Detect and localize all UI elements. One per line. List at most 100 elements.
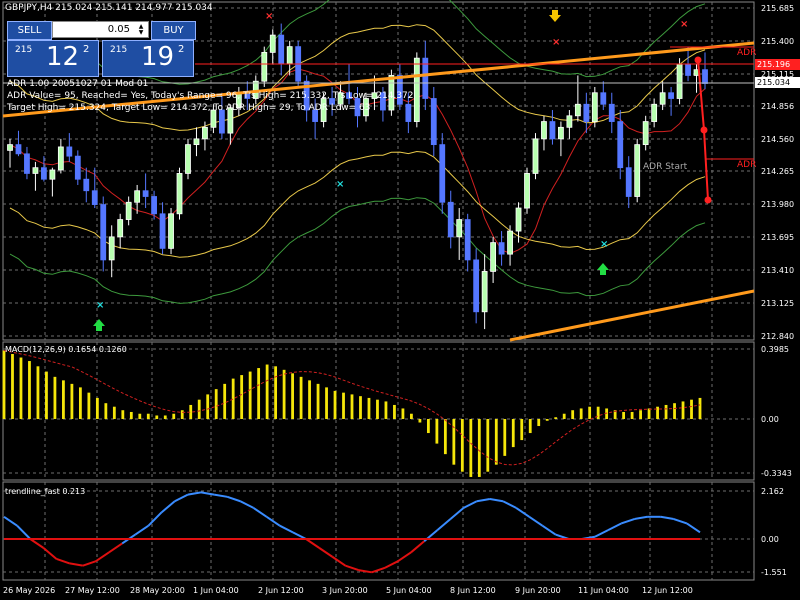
macd-histogram-bar xyxy=(257,368,261,419)
lot-size-input[interactable]: 0.05 ▲ ▼ xyxy=(52,21,149,38)
candle xyxy=(405,103,412,122)
macd-histogram-bar xyxy=(443,419,447,455)
candle xyxy=(91,190,98,205)
macd-histogram-bar xyxy=(206,394,210,419)
trendline-segment xyxy=(42,547,58,560)
macd-histogram-bar xyxy=(291,373,294,419)
price-axis-label: 214.265 xyxy=(761,167,794,176)
candle xyxy=(676,63,683,99)
price-axis-label: 215.400 xyxy=(761,37,794,46)
trendline-segment xyxy=(95,551,110,563)
trendline-segment xyxy=(331,555,346,567)
sell-price-box[interactable]: 215 12 2 xyxy=(7,40,99,77)
time-axis-label: 26 May 2026 xyxy=(3,586,55,595)
price-axis-label: 214.856 xyxy=(761,102,794,111)
candle xyxy=(83,178,90,192)
trendline-segment xyxy=(239,500,254,509)
macd-histogram-bar xyxy=(571,410,575,419)
candle xyxy=(24,153,30,174)
trendline-segment xyxy=(607,522,622,532)
macd-histogram-bar xyxy=(146,413,150,419)
macd-histogram-bar xyxy=(138,413,142,419)
sell-price-main: 12 xyxy=(46,42,80,72)
macd-histogram-bar xyxy=(2,350,6,419)
trendline-segment xyxy=(686,522,701,534)
candle xyxy=(269,34,276,53)
candle xyxy=(142,190,149,197)
macd-histogram-bar xyxy=(435,419,439,444)
time-axis-label: 3 Jun 20:00 xyxy=(322,586,368,595)
macd-histogram-bar xyxy=(104,403,108,419)
trendline-segment xyxy=(502,500,517,509)
sell-price-sup: 2 xyxy=(83,44,90,55)
macd-histogram-bar xyxy=(384,401,388,419)
candle xyxy=(185,144,191,174)
candle xyxy=(218,109,225,134)
candle xyxy=(41,167,47,180)
candle xyxy=(574,103,581,117)
candle xyxy=(261,51,268,82)
trendline-segment xyxy=(594,529,609,538)
buy-price-box[interactable]: 215 19 2 xyxy=(102,40,194,77)
candle xyxy=(134,190,141,203)
trendline-segment xyxy=(476,498,491,503)
adr-info-line: ADR Value= 95, Reached= Yes, Today's Ran… xyxy=(7,91,414,101)
trendline-segment xyxy=(69,562,83,567)
macd-histogram-bar xyxy=(698,397,702,419)
trendline-segment xyxy=(213,493,228,498)
price-chart[interactable]: 215.685215.400215.115214.856214.560214.2… xyxy=(0,0,800,600)
candle xyxy=(490,242,497,272)
trendline-segment xyxy=(620,518,635,525)
trendline-segment xyxy=(305,538,320,549)
lot-spinner-icon[interactable]: ▲ ▼ xyxy=(136,24,146,36)
trendline-segment xyxy=(29,538,44,549)
trendline-segment xyxy=(3,515,18,527)
candle xyxy=(583,103,590,122)
trendline-segment xyxy=(449,507,465,520)
macd-histogram-bar xyxy=(393,404,396,419)
buy-arrow-icon xyxy=(597,263,609,275)
macd-histogram-bar xyxy=(19,357,23,419)
trendline-segment xyxy=(187,491,202,496)
macd-histogram-bar xyxy=(333,390,337,419)
candle xyxy=(108,236,115,261)
candle xyxy=(202,126,208,140)
candle xyxy=(498,242,505,255)
candle xyxy=(473,259,480,313)
candle xyxy=(15,144,22,155)
adr-high-label: ADR xyxy=(737,48,757,58)
trendline-segment xyxy=(384,560,399,569)
macd-histogram-bar xyxy=(350,394,354,419)
macd-histogram-bar xyxy=(579,408,583,419)
macd-axis-label: -0.3343 xyxy=(761,469,792,478)
trendline-segment xyxy=(634,515,648,521)
sell-button[interactable]: SELL xyxy=(7,21,52,40)
red-price-tag: 215.196 xyxy=(755,59,800,70)
adr-info-line: ADR 1.00 20051027 01 Mod 01 xyxy=(7,79,149,89)
macd-histogram-bar xyxy=(95,397,99,419)
macd-axis-label: 0.00 xyxy=(761,415,779,424)
candle xyxy=(532,138,539,174)
macd-histogram-bar xyxy=(367,397,371,419)
price-axis-label: 212.840 xyxy=(761,332,794,341)
macd-histogram-bar xyxy=(681,401,685,419)
macd-label: MACD(12,26,9) 0.1654 0.1260 xyxy=(5,345,127,354)
macd-histogram-bar xyxy=(401,408,405,419)
candle xyxy=(685,63,691,76)
time-axis-label: 28 May 20:00 xyxy=(130,586,185,595)
time-axis-label: 8 Jun 12:00 xyxy=(450,586,496,595)
macd-histogram-bar xyxy=(197,399,201,419)
time-axis-label: 27 May 12:00 xyxy=(65,586,120,595)
macd-histogram-bar xyxy=(503,419,507,456)
buy-button[interactable]: BUY xyxy=(151,21,196,40)
time-axis-label: 12 Jun 12:00 xyxy=(642,586,693,595)
macd-histogram-bar xyxy=(11,354,14,419)
candle xyxy=(159,213,166,249)
price-axis-label: 213.125 xyxy=(761,299,794,308)
macd-histogram-bar xyxy=(214,389,218,419)
sell-arrow-icon xyxy=(549,10,561,22)
trendline-segment xyxy=(318,547,333,558)
trendline-segment xyxy=(279,524,294,534)
macd-histogram-bar xyxy=(248,371,252,419)
macd-histogram-bar xyxy=(274,366,278,419)
